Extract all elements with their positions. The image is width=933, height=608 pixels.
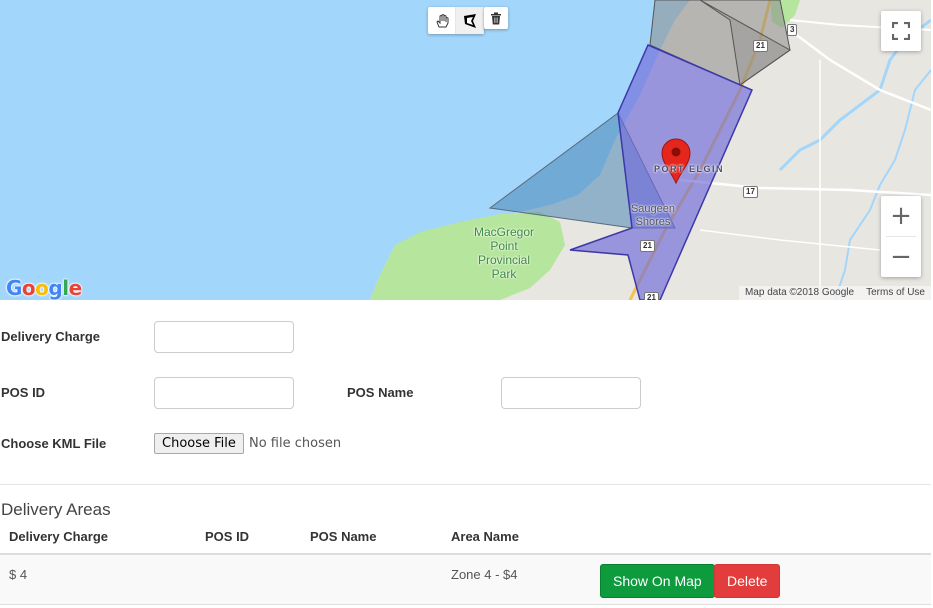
col-pos-name: POS Name [310,529,377,544]
delivery-charge-label: Delivery Charge [1,329,100,344]
fullscreen-icon [892,22,910,40]
delivery-charge-input[interactable] [154,321,294,353]
pos-name-input[interactable] [501,377,641,409]
pos-row: POS ID POS Name [0,376,931,410]
road-shield: 21 [640,240,655,252]
road-minor [699,229,881,251]
file-status-text: No file chosen [249,436,342,451]
pos-id-input[interactable] [154,377,294,409]
drawing-toolbar [428,7,484,34]
col-delivery-charge: Delivery Charge [9,529,108,544]
delete-button[interactable]: Delete [714,564,781,598]
choose-file-button[interactable]: Choose File [154,433,244,454]
col-pos-id: POS ID [205,529,250,544]
pos-id-label: POS ID [1,385,46,400]
trash-icon [491,12,501,24]
road-17 [679,178,931,197]
show-on-map-button[interactable]: Show On Map [600,564,715,598]
pan-tool-button[interactable] [428,7,456,34]
road-shield: 17 [743,186,758,198]
road-shield: 21 [753,40,768,52]
section-divider [0,484,931,485]
zoom-control: + − [881,196,921,277]
map-data-text: Map data ©2018 Google [744,287,855,298]
delivery-charge-row: Delivery Charge [0,320,931,354]
delivery-areas-table: Delivery Charge POS ID POS Name Area Nam… [0,524,931,605]
table-row: $ 4 Zone 4 - $4 Show On Map Delete [0,555,931,605]
col-area-name: Area Name [451,529,519,544]
pos-name-label: POS Name [347,385,414,400]
delivery-areas-title: Delivery Areas [1,500,111,519]
map-view[interactable]: MacGregor Point Provincial Park Saugeen … [0,0,931,300]
map-attribution: Map data ©2018 Google Terms of Use [738,286,931,300]
road-shield: 21 [644,292,659,300]
zoom-in-button[interactable]: + [881,196,921,236]
park-label: MacGregor Point Provincial Park [473,225,535,281]
google-logo[interactable]: Google [6,276,82,300]
road-shield: 3 [787,24,798,36]
fullscreen-button[interactable] [881,11,921,51]
port-elgin-label: PORT ELGIN [654,164,725,174]
town-label: Saugeen Shores [630,203,676,228]
cell-delivery-charge: $ 4 [9,567,28,582]
polygon-icon [463,13,476,28]
hand-icon [435,13,448,27]
terms-link[interactable]: Terms of Use [860,286,931,300]
delete-shape-button[interactable] [484,7,508,29]
polygon-tool-button[interactable] [456,7,484,34]
kml-label: Choose KML File [1,436,107,451]
kml-row: Choose KML File Choose File No file chos… [0,427,931,461]
table-header: Delivery Charge POS ID POS Name Area Nam… [0,524,931,555]
zoom-out-button[interactable]: − [881,237,921,277]
cell-area-name: Zone 4 - $4 [451,567,518,582]
